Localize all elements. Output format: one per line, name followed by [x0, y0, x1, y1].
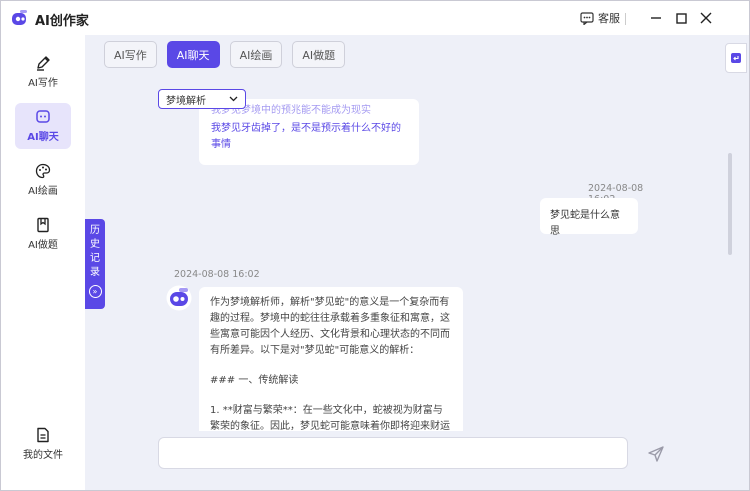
sidebar-item-ai-chat[interactable]: AI聊天: [15, 103, 71, 149]
mode-select-value: 梦境解析: [166, 95, 206, 107]
ai-message-time: 2024-08-08 16:02: [174, 269, 260, 280]
ai-message-heading: ### 一、传统解读: [210, 375, 299, 386]
tab-ai-quiz[interactable]: AI做题: [292, 41, 346, 68]
app-window: AI创作家 客服 AI写作 AI聊天 AI绘画 AI做题 我的文件 AI写作 A…: [0, 0, 750, 491]
sidebar-item-label: 我的文件: [23, 450, 63, 461]
bookmark-icon: [37, 217, 49, 233]
chat-area: 我梦见梦境中的预兆能不能成为现实 我梦见牙齿掉了，是不是预示着什么不好的事情 2…: [85, 93, 645, 431]
palette-icon: [35, 163, 51, 179]
maximize-button[interactable]: [673, 10, 689, 26]
app-logo-icon: [12, 10, 27, 25]
close-icon: [700, 12, 712, 24]
collapse-panel-button[interactable]: [725, 43, 747, 73]
sidebar-item-label: AI绘画: [28, 186, 58, 197]
ai-avatar: [166, 285, 192, 311]
tab-ai-painting[interactable]: AI绘画: [229, 41, 283, 68]
chevron-down-icon: [229, 96, 238, 102]
close-button[interactable]: [698, 10, 714, 26]
title-separator: [625, 13, 626, 25]
return-icon: [731, 53, 741, 63]
file-icon: [37, 427, 49, 443]
sidebar-item-label: AI做题: [28, 240, 58, 251]
pen-icon: [37, 56, 50, 71]
user-message-bubble: 梦见蛇是什么意思: [540, 198, 638, 237]
ai-message-paragraph: 1. **财富与繁荣**：在一些文化中，蛇被视为财富与繁荣的象征。因此，梦见蛇可…: [210, 405, 450, 431]
sidebar-item-ai-quiz[interactable]: AI做题: [15, 211, 71, 257]
ai-message-paragraph: 作为梦境解析师，解析"梦见蛇"的意义是一个复杂而有趣的过程。梦境中的蛇往往承载着…: [210, 297, 450, 356]
chat-input[interactable]: [158, 437, 628, 469]
sidebar-item-label: AI聊天: [27, 132, 59, 143]
suggested-question-text: 我梦见牙齿掉了，是不是预示着什么不好的事情: [211, 123, 401, 150]
sidebar: AI写作 AI聊天 AI绘画 AI做题 我的文件: [1, 35, 85, 490]
sidebar-item-ai-painting[interactable]: AI绘画: [15, 157, 71, 203]
mode-select[interactable]: 梦境解析: [158, 89, 246, 109]
support-label: 客服: [598, 12, 620, 25]
support-chat-icon: [580, 11, 594, 25]
minimize-icon: [651, 17, 661, 19]
chat-scrollbar[interactable]: [728, 153, 732, 255]
maximize-icon: [675, 12, 687, 24]
chat-icon: [36, 110, 50, 123]
minimize-button[interactable]: [648, 10, 664, 26]
sidebar-item-my-files[interactable]: 我的文件: [15, 421, 71, 467]
sidebar-item-ai-writing[interactable]: AI写作: [15, 49, 71, 95]
sidebar-item-label: AI写作: [28, 78, 58, 89]
tab-ai-chat[interactable]: AI聊天: [166, 41, 220, 68]
app-title: AI创作家: [35, 14, 89, 29]
title-bar: AI创作家 客服: [1, 1, 749, 35]
send-icon[interactable]: [647, 445, 665, 463]
ai-message-bubble: 作为梦境解析师，解析"梦见蛇"的意义是一个复杂而有趣的过程。梦境中的蛇往往承载着…: [199, 287, 463, 431]
support-button[interactable]: 客服: [580, 10, 620, 26]
mode-tabs: AI写作 AI聊天 AI绘画 AI做题: [104, 41, 346, 68]
tab-ai-writing[interactable]: AI写作: [104, 41, 157, 68]
